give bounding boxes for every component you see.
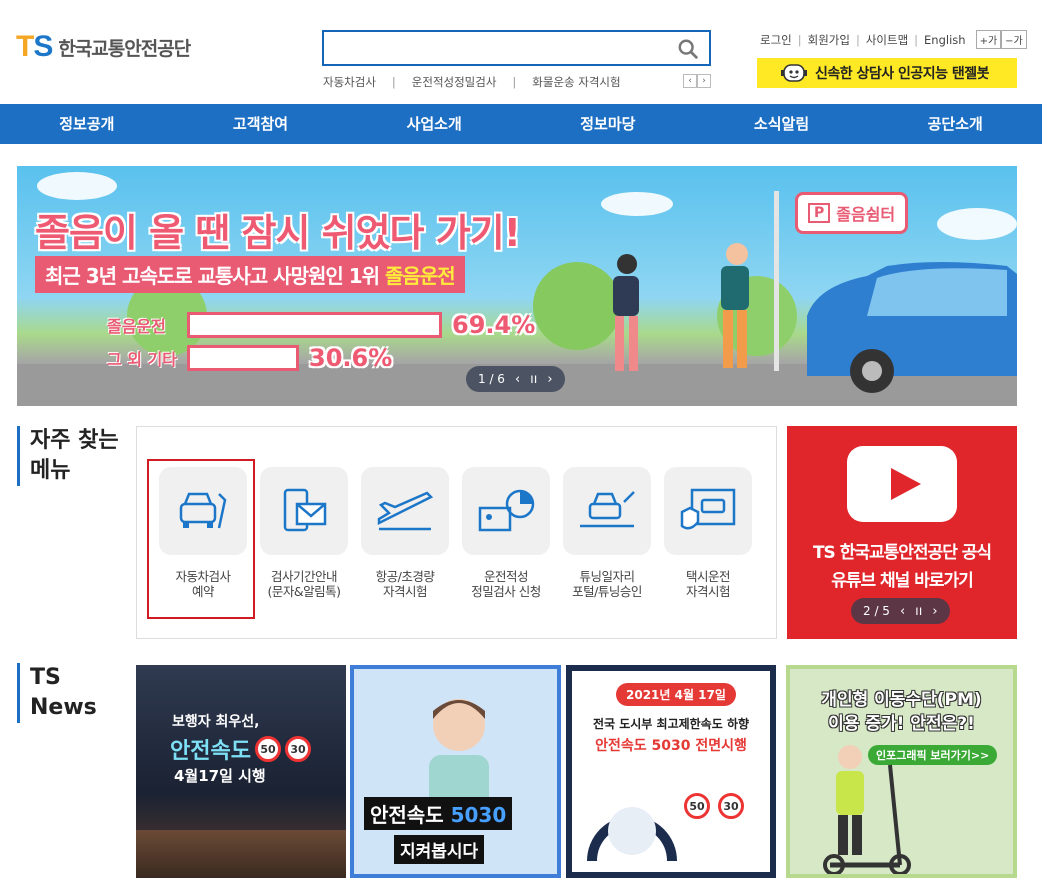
main-banner[interactable]: 졸음이 올 땐 잠시 쉬었다 가기! 최근 3년 고속도로 교통사고 사망원인 … <box>17 166 1017 406</box>
logo-mark: TS <box>16 30 53 63</box>
nav-item-news[interactable]: 소식알림 <box>695 104 869 144</box>
bar-row-drowsy: 졸음운전 69.4% <box>107 311 536 339</box>
prev-icon[interactable]: ‹ <box>900 604 905 619</box>
quick-link-cargo-exam[interactable]: 화물운송 자격시험 <box>532 74 620 90</box>
pause-icon[interactable]: ıı <box>530 372 537 387</box>
frequent-menu-panel: 자동차검사 예약 검사기간안내 (문자&알림톡) 항공/초경량 자격시험 운전적… <box>136 426 777 639</box>
menu-label: 자동차검사 예약 <box>175 569 231 599</box>
font-increase-button[interactable]: +가 <box>975 30 1002 49</box>
news-card-1[interactable]: 보행자 최우선, 안전속도 50 30 4월17일 시행 <box>136 665 346 878</box>
search-input[interactable] <box>324 32 664 64</box>
menu-label: 운전적성 정밀검사 신청 <box>471 569 541 599</box>
nav-item-info[interactable]: 정보공개 <box>0 104 174 144</box>
nav-item-business[interactable]: 사업소개 <box>347 104 521 144</box>
youtube-line-2: 유튜브 채널 바로가기 <box>831 571 974 591</box>
next-icon[interactable]: › <box>932 604 937 619</box>
news-title: TS News <box>17 663 97 723</box>
chatbot-icon <box>781 64 807 82</box>
chevron-left-icon[interactable]: ‹ <box>683 74 697 88</box>
sitemap-link[interactable]: 사이트맵 <box>866 32 908 48</box>
news-card-4[interactable]: 개인형 이동수단(PM) 이용 증가! 안전은?! 인포그래픽 보러가기>> <box>786 665 1017 878</box>
menu-tuning-portal[interactable]: 튜닝일자리 포털/튜닝승인 <box>561 467 653 599</box>
scooter-rider-illustration <box>823 745 911 874</box>
speedometer-illustration <box>587 807 677 862</box>
menu-label: 택시운전 자격시험 <box>685 569 731 599</box>
news-card-3[interactable]: 2021년 4월 17일 전국 도시부 최고제한속도 하향 안전속도 5030 … <box>566 665 776 878</box>
quick-link-car-inspection[interactable]: 자동차검사 <box>323 74 376 90</box>
youtube-pager: 2 / 5 ‹ ıı › <box>851 598 950 624</box>
menu-label: 튜닝일자리 포털/튜닝승인 <box>572 569 642 599</box>
taxi-license-icon <box>680 488 736 530</box>
airplane-icon <box>377 491 434 531</box>
font-size-control: +가 −가 <box>975 30 1027 49</box>
menu-car-inspection[interactable]: 자동차검사 예약 <box>147 459 255 619</box>
quick-links-arrows: ‹ › <box>683 74 711 88</box>
nav-item-about[interactable]: 공단소개 <box>868 104 1042 144</box>
frequent-menu-title: 자주 찾는 메뉴 <box>17 426 119 486</box>
nav-item-info-plaza[interactable]: 정보마당 <box>521 104 695 144</box>
quick-links: 자동차검사 | 운전적성정밀검사 | 화물운송 자격시험 <box>323 74 621 90</box>
news-card-2[interactable]: 안전속도 5030 지켜봅시다 <box>350 665 561 878</box>
search-icon[interactable] <box>677 38 699 60</box>
banner-title: 졸음이 올 땐 잠시 쉬었다 가기! <box>35 211 521 255</box>
page: TS 한국교통안전공단 자동차검사 | 운전적성정밀검사 | 화물운송 자격시험… <box>0 0 1042 894</box>
english-link[interactable]: English <box>924 33 966 47</box>
prev-icon[interactable]: ‹ <box>515 372 520 387</box>
banner-subtitle: 최근 3년 고속도로 교통사고 사망원인 1위 졸음운전 <box>35 256 465 293</box>
logo-text: 한국교통안전공단 <box>58 37 191 60</box>
id-chart-icon <box>478 489 535 532</box>
signup-link[interactable]: 회원가입 <box>808 32 850 48</box>
nav-item-customer[interactable]: 고객참여 <box>174 104 348 144</box>
menu-label: 검사기간안내 (문자&알림톡) <box>267 569 341 599</box>
next-icon[interactable]: › <box>547 372 552 387</box>
bar-drowsy <box>187 312 442 338</box>
menu-inspection-period[interactable]: 검사기간안내 (문자&알림톡) <box>258 467 350 599</box>
bar-row-other: 그 외 기타 30.6% <box>107 344 393 372</box>
chevron-right-icon[interactable]: › <box>697 74 711 88</box>
phone-mail-icon <box>283 488 327 532</box>
rest-area-sign: P 졸음쉼터 <box>795 192 909 234</box>
quick-link-aptitude-test[interactable]: 운전적성정밀검사 <box>412 74 497 90</box>
main-nav: 정보공개 고객참여 사업소개 정보마당 소식알림 공단소개 <box>0 104 1042 144</box>
menu-aviation-exam[interactable]: 항공/초경량 자격시험 <box>359 467 451 599</box>
youtube-line-1: TS 한국교통안전공단 공식 <box>812 543 992 563</box>
youtube-channel-banner[interactable]: TS 한국교통안전공단 공식 유튜브 채널 바로가기 2 / 5 ‹ ıı › <box>787 426 1017 639</box>
banner-pager: 1 / 6 ‹ ıı › <box>466 366 565 392</box>
car-repair-icon <box>179 492 227 529</box>
utility-links: 로그인 | 회원가입 | 사이트맵 | English +가 −가 <box>760 30 1027 49</box>
logo[interactable]: TS 한국교통안전공단 <box>16 30 191 63</box>
youtube-play-icon <box>847 446 957 522</box>
bar-other <box>187 345 299 371</box>
font-decrease-button[interactable]: −가 <box>1001 30 1027 49</box>
chatbot-label: 신속한 상담사 인공지능 탠젤봇 <box>815 66 990 82</box>
search-box <box>322 30 711 66</box>
menu-label: 항공/초경량 자격시험 <box>375 569 435 599</box>
car-tuning-icon <box>580 491 635 528</box>
chatbot-button[interactable]: 신속한 상담사 인공지능 탠젤봇 <box>757 58 1017 88</box>
menu-aptitude-test[interactable]: 운전적성 정밀검사 신청 <box>460 467 552 599</box>
menu-taxi-exam[interactable]: 택시운전 자격시험 <box>662 467 754 599</box>
login-link[interactable]: 로그인 <box>760 32 792 48</box>
pause-icon[interactable]: ıı <box>915 604 922 619</box>
